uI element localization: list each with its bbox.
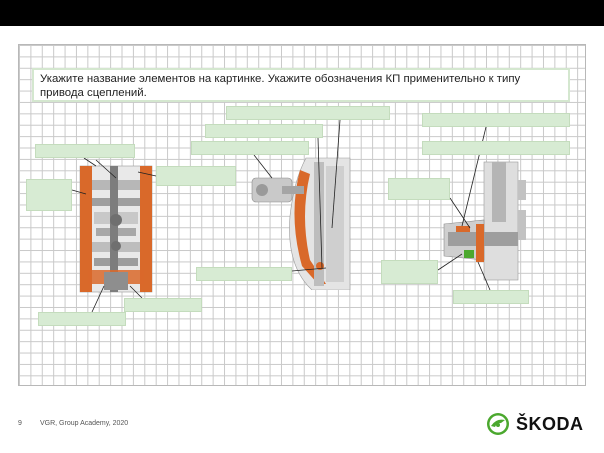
answer-box[interactable]	[388, 178, 450, 200]
answer-box[interactable]	[26, 179, 72, 211]
slide: Укажите название элементов на картинке. …	[0, 0, 604, 453]
leader-line	[477, 261, 491, 291]
answer-box[interactable]	[226, 106, 390, 120]
answer-box[interactable]	[453, 290, 529, 304]
leader-line	[331, 119, 341, 229]
answer-box[interactable]	[156, 166, 236, 186]
skoda-logo-icon	[487, 413, 509, 435]
leader-line	[449, 197, 471, 229]
footer-text: VGR, Group Academy, 2020	[40, 420, 129, 427]
answer-box[interactable]	[205, 124, 323, 138]
leader-lines	[71, 119, 491, 313]
leader-line	[291, 267, 327, 272]
answer-box[interactable]	[196, 267, 292, 281]
leader-line	[317, 137, 323, 269]
answer-box[interactable]	[35, 144, 135, 158]
answer-box[interactable]	[381, 260, 438, 284]
answer-box[interactable]	[422, 141, 570, 155]
answer-box[interactable]	[124, 298, 202, 312]
leader-line	[71, 189, 87, 195]
leader-line	[137, 171, 157, 177]
leader-line	[83, 157, 97, 167]
answer-box[interactable]	[422, 113, 570, 127]
answer-box[interactable]	[191, 141, 309, 155]
leader-line	[253, 154, 273, 179]
leader-line	[129, 285, 143, 299]
leader-line	[437, 253, 463, 271]
brand-logo: ŠKODA	[486, 409, 584, 439]
answer-box[interactable]	[38, 312, 126, 326]
page-number: 9	[18, 420, 22, 427]
brand-name: ŠKODA	[516, 413, 584, 434]
leader-line	[95, 159, 117, 179]
leader-line	[91, 285, 105, 313]
